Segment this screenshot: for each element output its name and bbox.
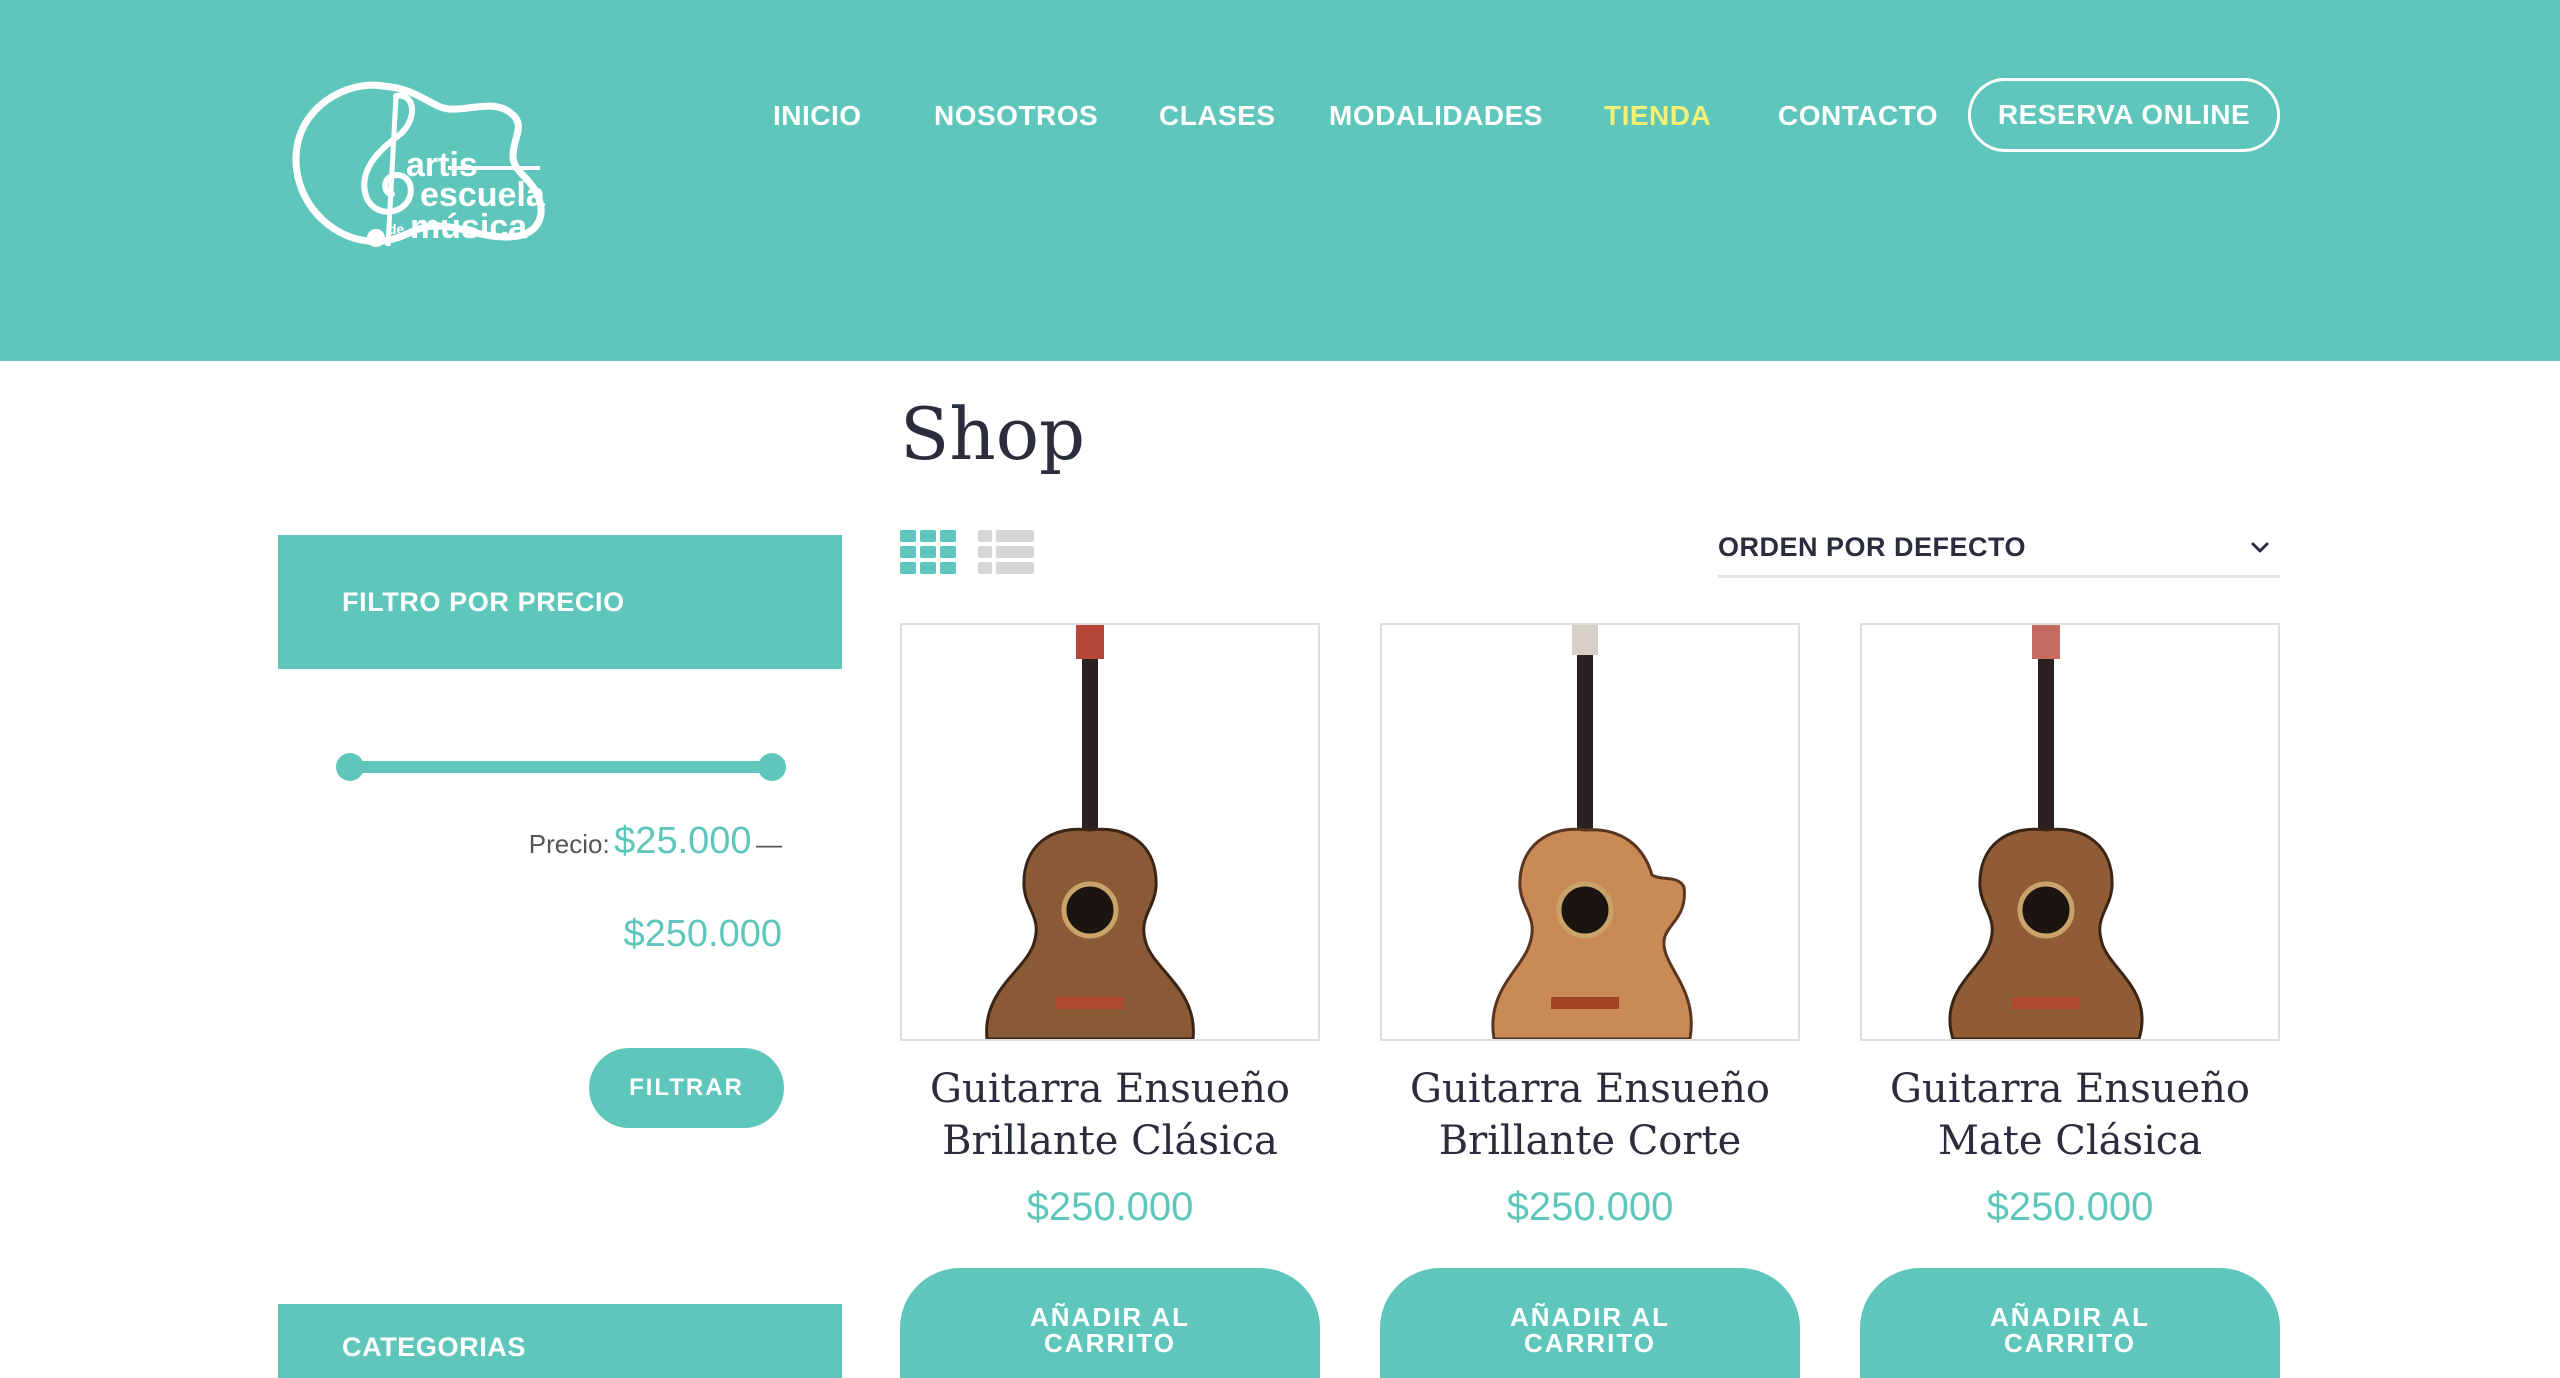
sort-select-value: ORDEN POR DEFECTO (1718, 532, 2027, 562)
product-image[interactable] (1380, 623, 1800, 1041)
add-to-cart-label: AÑADIR AL (1029, 1302, 1191, 1332)
sort-select[interactable]: ORDEN POR DEFECTO (1718, 522, 2280, 578)
add-to-cart-label: AÑADIR AL (1509, 1302, 1671, 1332)
product-price: $250.000 (1026, 1185, 1194, 1229)
product-title[interactable]: Guitarra Ensueño Brillante Clásica (880, 1063, 1340, 1167)
cutaway-guitar-image (1491, 625, 1693, 1039)
product-title-line: Guitarra Ensueño (1890, 1066, 2250, 1112)
price-range-text: Precio: $25.000 — (278, 820, 782, 863)
add-to-cart-button[interactable]: AÑADIR AL CARRITO (900, 1268, 1320, 1378)
product-title-line: Mate Clásica (1937, 1118, 2203, 1164)
product-image[interactable] (900, 623, 1320, 1041)
product-title-line: Guitarra Ensueño (1410, 1066, 1770, 1112)
product-title-line: Brillante Corte (1438, 1118, 1742, 1164)
price-label: Precio: (528, 829, 610, 859)
price-range-max: $250.000 (278, 913, 783, 956)
reserva-online-button[interactable]: RESERVA ONLINE (1968, 78, 2280, 152)
nav-item-modalidades[interactable]: MODALIDADES (1329, 78, 1543, 154)
product-image[interactable] (1860, 623, 2280, 1041)
add-to-cart-label: CARRITO (1524, 1328, 1656, 1358)
price-min-value: $25.000 (614, 820, 752, 862)
classical-guitar-image (985, 625, 1195, 1039)
price-slider-min-handle[interactable] (336, 753, 364, 781)
nav-item-nosotros[interactable]: NOSOTROS (934, 78, 1098, 154)
add-to-cart-label: CARRITO (2004, 1328, 2136, 1358)
grid-view-icon[interactable] (900, 530, 956, 574)
logo-text: de (388, 221, 405, 237)
nav-item-clases[interactable]: CLASES (1159, 78, 1276, 154)
price-slider-max-handle[interactable] (758, 753, 786, 781)
add-to-cart-label: AÑADIR AL (1989, 1302, 2151, 1332)
price-filter-heading: FILTRO POR PRECIO (278, 535, 842, 669)
categories-heading: CATEGORIAS (278, 1304, 842, 1378)
product-title-line: Brillante Clásica (942, 1118, 1278, 1164)
price-max-value: $250.000 (623, 913, 783, 955)
add-to-cart-label: CARRITO (1044, 1328, 1176, 1358)
product-price: $250.000 (1986, 1185, 2154, 1229)
price-dash: — (756, 829, 782, 859)
product-title[interactable]: Guitarra Ensueño Brillante Corte (1360, 1063, 1820, 1167)
chevron-down-icon (2251, 542, 2269, 553)
page-title: Shop (900, 392, 1086, 476)
add-to-cart-button[interactable]: AÑADIR AL CARRITO (1380, 1268, 1800, 1378)
nav-item-tienda[interactable]: TIENDA (1604, 78, 1711, 154)
price-slider-track[interactable] (348, 761, 780, 773)
list-view-icon[interactable] (978, 530, 1034, 574)
product-title[interactable]: Guitarra Ensueño Mate Clásica (1840, 1063, 2300, 1167)
nav-item-contacto[interactable]: CONTACTO (1778, 78, 1938, 154)
nav-item-inicio[interactable]: INICIO (773, 78, 862, 154)
product-price: $250.000 (1506, 1185, 1674, 1229)
filter-button[interactable]: FILTRAR (589, 1048, 784, 1128)
product-title-line: Guitarra Ensueño (930, 1066, 1290, 1112)
classical-guitar-image (1948, 625, 2144, 1039)
site-header: artis escuela de música INICIO NOSOTROS … (0, 0, 2560, 361)
logo-text: música (410, 208, 528, 246)
add-to-cart-button[interactable]: AÑADIR AL CARRITO (1860, 1268, 2280, 1378)
